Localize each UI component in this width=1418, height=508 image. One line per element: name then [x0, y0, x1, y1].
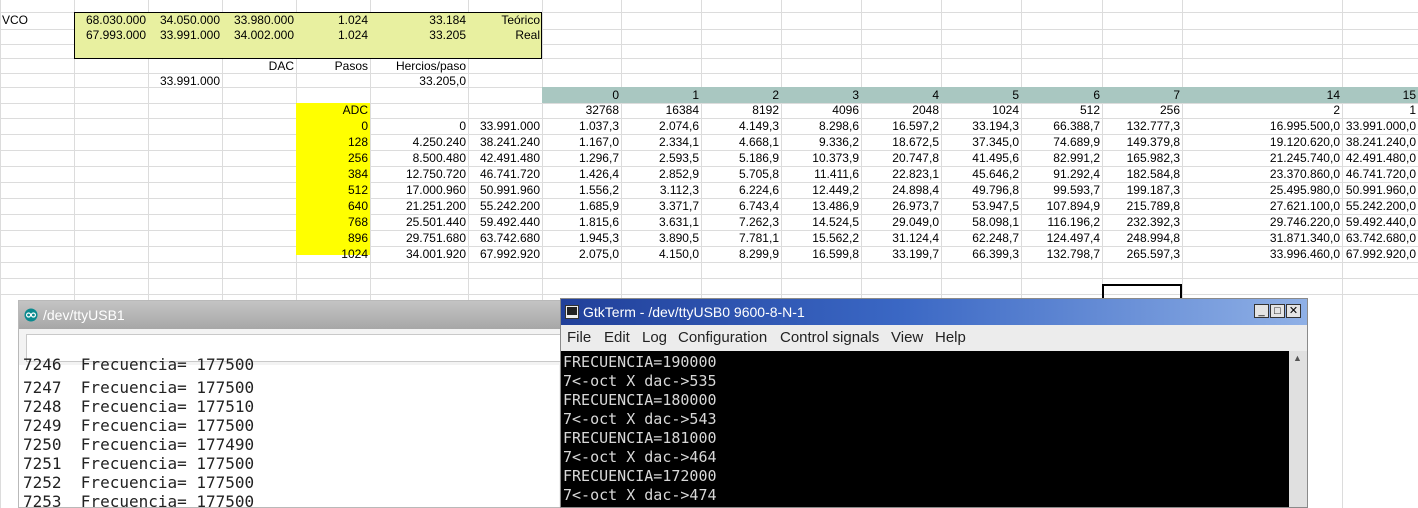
terminal-line: FRECUENCIA=181000	[563, 429, 717, 447]
grid-row-line	[0, 278, 1418, 279]
sheet-cell[interactable]: 132.798,7	[1021, 246, 1102, 264]
sheet-cell[interactable]: 67.993.000	[74, 27, 148, 45]
grid-column-line	[0, 0, 1, 508]
sheet-cell[interactable]: 33.996.460,0	[1182, 246, 1342, 264]
sheet-cell[interactable]: Real	[468, 27, 542, 45]
terminal-line: 7<-oct X dac->464	[563, 448, 717, 466]
scroll-up-icon[interactable]: ▲	[1293, 353, 1302, 363]
sheet-cell[interactable]: Pasos	[296, 58, 370, 76]
terminal-scrollbar[interactable]: ▲	[1289, 351, 1307, 507]
sheet-cell[interactable]: 4.150,0	[621, 246, 701, 264]
gtkterm-menubar: File Edit Log Configuration Control sign…	[561, 325, 1307, 351]
sheet-cell[interactable]: DAC	[222, 58, 296, 76]
sheet-cell[interactable]: 1.024	[296, 27, 370, 45]
terminal-line: FRECUENCIA=172000	[563, 467, 717, 485]
sheet-cell[interactable]: 33.205,0	[370, 73, 468, 91]
serial-output-area[interactable]: 7246 Frecuencia= 177500 7247 Frecuencia=…	[19, 355, 559, 508]
menu-control-signals[interactable]: Control signals	[780, 325, 879, 351]
gtkterm-window[interactable]: GtkTerm - /dev/ttyUSB0 9600-8-N-1 _ □ ✕ Fi…	[560, 298, 1308, 508]
menu-help[interactable]: Help	[935, 325, 966, 351]
close-button[interactable]: ✕	[1286, 304, 1301, 318]
serial-monitor-title: /dev/ttyUSB1	[43, 307, 125, 323]
terminal-line: 7<-oct X dac->474	[563, 486, 717, 504]
menu-view[interactable]: View	[891, 325, 923, 351]
sheet-cell[interactable]: 265.597,3	[1102, 246, 1182, 264]
terminal-line: 7<-oct X dac->535	[563, 372, 717, 390]
serial-line: 7247 Frecuencia= 177500	[23, 378, 255, 397]
terminal-output[interactable]: FRECUENCIA=190000 7<-oct X dac->535 FREC…	[561, 351, 1289, 507]
serial-line: 7248 Frecuencia= 177510	[23, 397, 255, 416]
sheet-cell[interactable]: 67.992.920	[468, 246, 542, 264]
terminal-line: 7<-oct X dac->543	[563, 410, 717, 428]
serial-line: 7246 Frecuencia= 177500	[23, 355, 255, 374]
serial-line: 7251 Frecuencia= 177500	[23, 454, 255, 473]
minimize-button[interactable]: _	[1254, 304, 1269, 318]
gtkterm-titlebar[interactable]: GtkTerm - /dev/ttyUSB0 9600-8-N-1 _ □ ✕	[561, 299, 1307, 325]
menu-edit[interactable]: Edit	[604, 325, 630, 351]
gtkterm-title: GtkTerm - /dev/ttyUSB0 9600-8-N-1	[583, 304, 805, 320]
menu-configuration[interactable]: Configuration	[678, 325, 767, 351]
sheet-cell[interactable]: 33.991.000	[148, 27, 222, 45]
terminal-line: FRECUENCIA=190000	[563, 353, 717, 371]
arduino-icon	[24, 308, 38, 322]
sheet-cell[interactable]: 16.599,8	[781, 246, 861, 264]
serial-line: 7250 Frecuencia= 177490	[23, 435, 255, 454]
menu-file[interactable]: File	[567, 325, 591, 351]
sheet-cell[interactable]: 2.075,0	[542, 246, 621, 264]
sheet-cell[interactable]: 8.299,9	[701, 246, 781, 264]
sheet-cell[interactable]: 34.002.000	[222, 27, 296, 45]
maximize-button[interactable]: □	[1270, 304, 1285, 318]
serial-line: 7253 Frecuencia= 177500	[23, 492, 255, 508]
sheet-cell[interactable]: 34.001.920	[370, 246, 468, 264]
sheet-cell[interactable]: 67.992.920,0	[1342, 246, 1418, 264]
terminal-line: FRECUENCIA=180000	[563, 391, 717, 409]
sheet-cell[interactable]: 33.205	[370, 27, 468, 45]
serial-line: 7249 Frecuencia= 177500	[23, 416, 255, 435]
sheet-cell[interactable]: 33.991.000	[148, 73, 222, 91]
sheet-cell[interactable]: 66.399,3	[941, 246, 1021, 264]
sheet-cell[interactable]: VCO	[0, 12, 74, 30]
grid-row-line	[0, 294, 1418, 295]
menu-log[interactable]: Log	[642, 325, 667, 351]
serial-monitor-titlebar[interactable]: /dev/ttyUSB1	[19, 301, 569, 329]
terminal-icon	[565, 305, 579, 319]
sheet-cell[interactable]: 33.199,7	[861, 246, 941, 264]
serial-monitor-window[interactable]: /dev/ttyUSB1 7246 Frecuencia= 177500 724…	[18, 300, 570, 508]
sheet-cell[interactable]: 1024	[296, 246, 370, 264]
window-controls: _ □ ✕	[1253, 304, 1301, 320]
serial-line: 7252 Frecuencia= 177500	[23, 473, 255, 492]
